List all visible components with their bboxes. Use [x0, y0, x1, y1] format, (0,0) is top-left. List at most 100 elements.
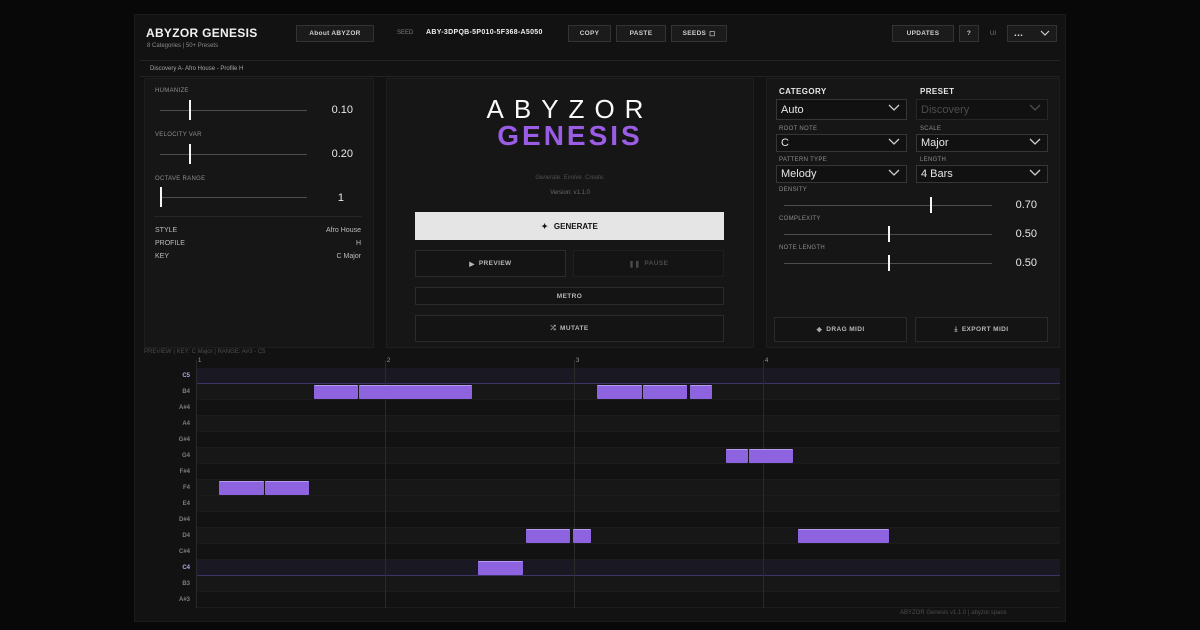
preset-label: PRESET [920, 87, 955, 96]
bar-line [574, 360, 575, 608]
piano-roll-row [196, 368, 1060, 384]
mutate-button[interactable]: ⤮ MUTATE [415, 315, 724, 342]
seed-value[interactable]: ABY-3DPQB-5P010-5F368-A5050 [426, 29, 543, 36]
copy-label: COPY [579, 30, 600, 37]
key-label: A#4 [178, 405, 190, 411]
preview-label: PREVIEW [478, 260, 512, 267]
help-button[interactable]: ? [959, 25, 979, 42]
preset-select[interactable]: Discovery [916, 99, 1048, 120]
humanize-slider-thumb[interactable] [188, 100, 191, 120]
velocity-var-slider-thumb[interactable] [189, 144, 192, 164]
humanize-slider[interactable] [160, 110, 307, 111]
density-slider-thumb[interactable] [929, 197, 932, 213]
drag-icon: ✥ [816, 326, 823, 334]
complexity-label: COMPLEXITY [779, 216, 821, 222]
ui-label: UI [990, 31, 996, 37]
midi-note[interactable] [597, 385, 642, 399]
paste-button[interactable]: PASTE [616, 25, 666, 42]
bar-line [196, 360, 197, 608]
midi-note[interactable] [313, 385, 359, 399]
about-button[interactable]: About ABYZOR [296, 25, 374, 42]
octave-range-slider-thumb[interactable] [160, 187, 162, 207]
style-key: STYLE [155, 227, 178, 234]
octave-range-slider[interactable] [160, 197, 307, 198]
midi-note[interactable] [572, 529, 591, 543]
export-midi-button[interactable]: ⤓ EXPORT MIDI [915, 317, 1048, 342]
key-label: A#3 [178, 597, 190, 603]
root-note-select[interactable]: C [776, 134, 907, 152]
style-value: Afro House [325, 227, 361, 234]
root-note-value: C [781, 137, 789, 149]
density-slider[interactable] [784, 205, 992, 206]
midi-note[interactable] [525, 529, 570, 543]
midi-note[interactable] [219, 481, 264, 495]
chevron-down-icon [888, 169, 900, 179]
piano-roll-row [196, 416, 1060, 432]
chevron-down-icon [888, 138, 900, 148]
shuffle-icon: ⤮ [550, 324, 557, 332]
piano-roll-row [196, 480, 1060, 496]
download-icon: ⤓ [954, 325, 958, 333]
footer-text: ABYZOR Genesis v1.1.0 | abyzor.space [900, 610, 1007, 616]
bar-number: 4 [765, 358, 769, 364]
piano-roll-row [196, 432, 1060, 448]
key-label: C#4 [178, 549, 190, 555]
midi-note[interactable] [689, 385, 712, 399]
left-panel [144, 78, 374, 348]
chevron-down-icon [888, 104, 900, 114]
profile-key: PROFILE [155, 240, 185, 247]
play-icon: ▶ [469, 260, 475, 268]
pause-icon: ❚❚ [628, 260, 641, 268]
key-label: G4 [181, 453, 190, 459]
key-value: C Major [336, 253, 361, 260]
ui-select[interactable]: ... [1007, 25, 1057, 42]
seeds-label: SEEDS [682, 30, 707, 37]
velocity-var-slider[interactable] [160, 154, 307, 155]
humanize-value: 0.10 [331, 104, 353, 116]
humanize-label: HUMANIZE [155, 88, 189, 94]
key-label: D4 [182, 533, 190, 539]
piano-roll-row [196, 528, 1060, 544]
key-label: F4 [182, 485, 190, 491]
about-label: About ABYZOR [309, 30, 361, 37]
octave-range-value: 1 [337, 192, 344, 204]
generate-button[interactable]: ✦ GENERATE [415, 212, 724, 240]
scale-select[interactable]: Major [916, 134, 1048, 152]
app-subtitle: 8 Categories | 50+ Presets [147, 43, 219, 49]
midi-note[interactable] [264, 481, 310, 495]
key-label: G#4 [178, 437, 190, 443]
window-icon: ☐ [709, 30, 716, 38]
note-length-label: NOTE LENGTH [779, 245, 825, 251]
metro-label: METRO [556, 292, 583, 300]
scale-value: Major [921, 137, 949, 149]
key-label: C4 [182, 565, 190, 571]
breadcrumb-divider [140, 76, 1060, 77]
midi-note[interactable] [748, 449, 793, 463]
drag-midi-button[interactable]: ✥ DRAG MIDI [774, 317, 907, 342]
category-label: CATEGORY [779, 87, 827, 96]
sparkle-icon: ✦ [541, 221, 548, 231]
preview-button[interactable]: ▶ PREVIEW [415, 250, 566, 277]
pattern-type-select[interactable]: Melody [776, 165, 907, 183]
midi-note[interactable] [478, 561, 523, 575]
midi-note[interactable] [642, 385, 688, 399]
midi-note[interactable] [797, 529, 890, 543]
note-length-slider-thumb[interactable] [888, 255, 890, 271]
tagline: Generate. Evolve. Create. [535, 175, 605, 181]
metro-button[interactable]: METRO [415, 287, 724, 305]
scale-label: SCALE [920, 126, 942, 132]
seeds-button[interactable]: SEEDS ☐ [671, 25, 727, 42]
midi-note[interactable] [359, 385, 472, 399]
updates-button[interactable]: UPDATES [892, 25, 954, 42]
midi-note[interactable] [725, 449, 748, 463]
velocity-var-value: 0.20 [331, 148, 353, 160]
left-divider [154, 216, 362, 217]
paste-label: PASTE [629, 30, 653, 37]
category-select[interactable]: Auto [776, 99, 907, 120]
chevron-down-icon [1029, 169, 1041, 179]
complexity-slider-thumb[interactable] [888, 226, 890, 242]
copy-button[interactable]: COPY [568, 25, 611, 42]
length-select[interactable]: 4 Bars [916, 165, 1048, 183]
pause-button[interactable]: ❚❚ PAUSE [573, 250, 724, 277]
key-label: D#4 [178, 517, 190, 523]
